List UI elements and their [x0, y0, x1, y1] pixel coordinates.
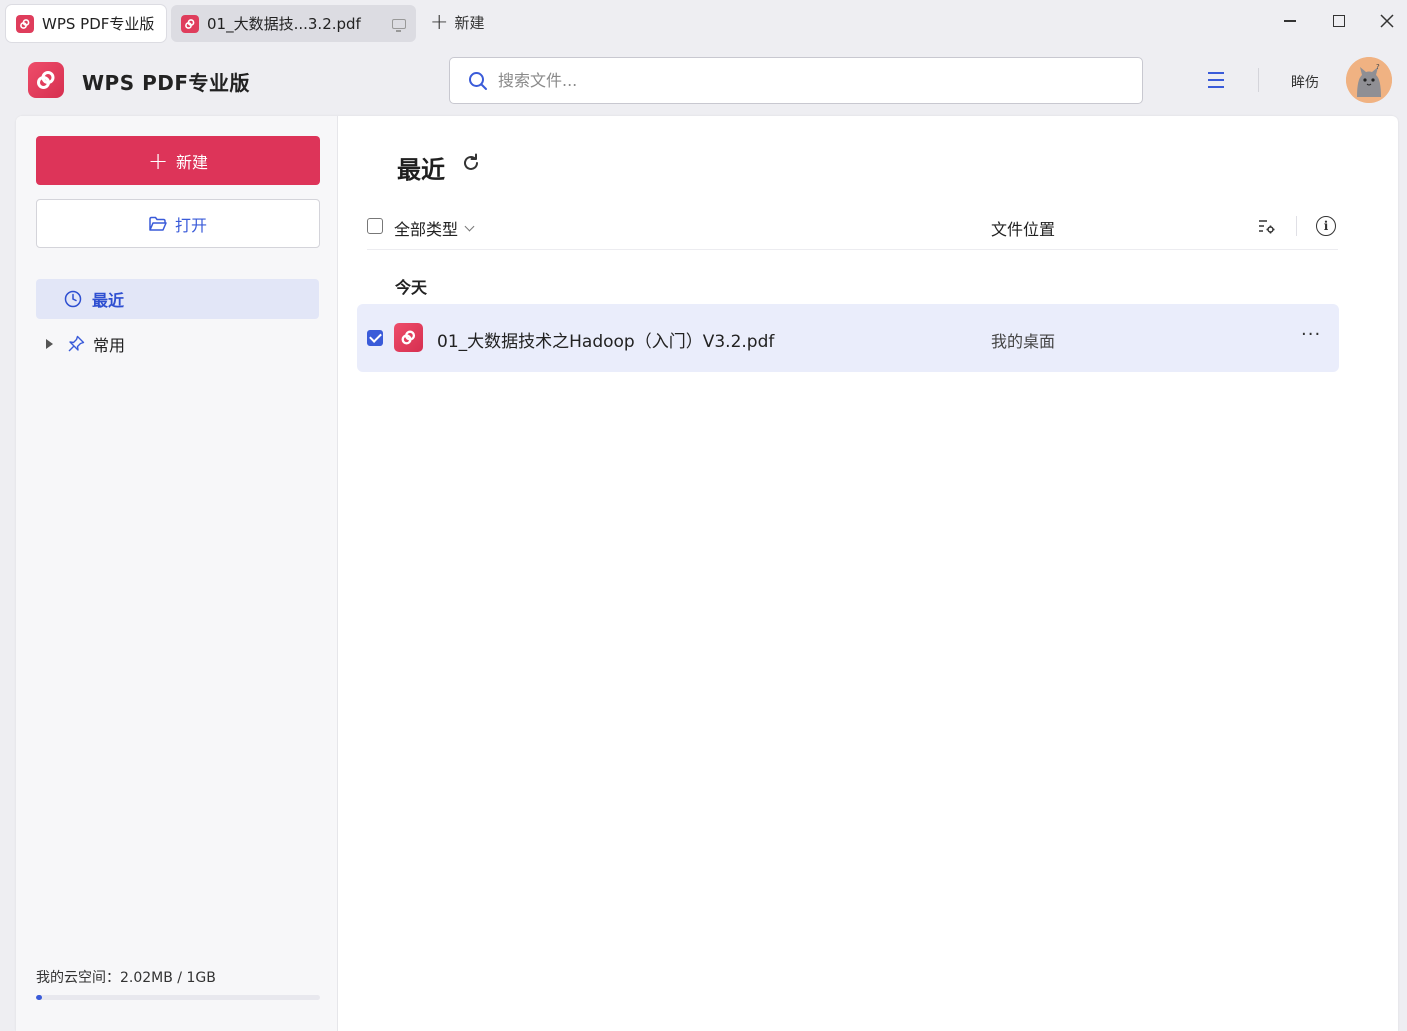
- file-row[interactable]: 01_大数据技术之Hadoop（入门）V3.2.pdf 我的桌面 ···: [357, 304, 1339, 372]
- tab-home[interactable]: WPS PDF专业版: [6, 5, 166, 42]
- tab-label: WPS PDF专业版: [42, 15, 155, 33]
- open-file-label: 打开: [174, 215, 207, 235]
- username[interactable]: 眸伤: [1291, 72, 1319, 92]
- app-logo-icon: [28, 62, 64, 98]
- folder-open-icon: [149, 216, 167, 231]
- minimize-button[interactable]: [1279, 10, 1301, 32]
- location-column-header: 文件位置: [991, 220, 1056, 239]
- main-panel: + 新建 打开 最近 常用 我的云空间：2.02MB / 1GB 最近 全部类型…: [16, 116, 1398, 1031]
- menu-icon[interactable]: [1208, 72, 1224, 88]
- tab-document[interactable]: 01_大数据技...3.2.pdf: [171, 5, 416, 42]
- chevron-down-icon: [464, 221, 475, 231]
- svg-text:?: ?: [1376, 63, 1380, 71]
- new-file-label: 新建: [176, 152, 209, 172]
- expand-caret-icon[interactable]: [46, 339, 53, 349]
- cloud-storage-bar: [36, 995, 320, 1000]
- sidebar-item-recent[interactable]: 最近: [36, 279, 319, 319]
- file-type-filter-label: 全部类型: [394, 220, 459, 239]
- plus-icon: +: [147, 146, 169, 175]
- app-name: WPS PDF专业版: [82, 71, 251, 95]
- sidebar: + 新建 打开 最近 常用 我的云空间：2.02MB / 1GB: [16, 116, 338, 1031]
- title-bar: WPS PDF专业版 01_大数据技...3.2.pdf + 新建: [0, 0, 1407, 46]
- header-divider: [1258, 68, 1259, 92]
- page-title: 最近: [397, 156, 445, 184]
- select-all-checkbox[interactable]: [367, 218, 383, 234]
- file-type-filter[interactable]: 全部类型: [394, 216, 475, 240]
- close-button[interactable]: [1376, 10, 1398, 32]
- app-header: WPS PDF专业版 眸伤 ?: [0, 50, 1407, 110]
- more-options-icon[interactable]: ···: [1301, 324, 1321, 345]
- pdf-file-icon: [181, 14, 199, 33]
- file-checkbox[interactable]: [367, 330, 383, 346]
- new-tab-label: 新建: [454, 14, 485, 32]
- new-file-button[interactable]: + 新建: [36, 136, 320, 185]
- maximize-icon: [1333, 15, 1345, 27]
- header-divider: [1296, 216, 1297, 236]
- open-file-button[interactable]: 打开: [36, 199, 320, 248]
- cat-avatar-icon: ?: [1346, 57, 1392, 103]
- cloud-storage-label: 我的云空间：2.02MB / 1GB: [36, 970, 216, 986]
- search-box[interactable]: [449, 57, 1143, 104]
- maximize-button[interactable]: [1328, 10, 1350, 32]
- monitor-icon[interactable]: [392, 18, 406, 32]
- file-location: 我的桌面: [991, 332, 1056, 351]
- tab-label: 01_大数据技...3.2.pdf: [207, 15, 361, 33]
- group-label-today: 今天: [395, 278, 428, 297]
- wps-pdf-logo-icon: [16, 14, 34, 33]
- sidebar-item-common[interactable]: 常用: [36, 324, 319, 364]
- minimize-icon: [1284, 20, 1296, 22]
- pin-icon: [68, 335, 85, 352]
- close-icon: [1380, 14, 1394, 28]
- plus-icon: +: [430, 9, 449, 35]
- avatar[interactable]: ?: [1346, 57, 1392, 103]
- refresh-icon[interactable]: [460, 152, 482, 174]
- sidebar-item-label: 常用: [93, 336, 126, 355]
- list-header: 全部类型 文件位置 i: [367, 208, 1338, 250]
- list-settings-icon[interactable]: [1258, 217, 1276, 235]
- file-name[interactable]: 01_大数据技术之Hadoop（入门）V3.2.pdf: [437, 327, 774, 352]
- sidebar-item-label: 最近: [92, 291, 125, 310]
- clock-icon: [64, 290, 82, 308]
- info-icon[interactable]: i: [1316, 216, 1336, 236]
- search-icon: [469, 71, 487, 90]
- new-tab-button[interactable]: + 新建: [430, 9, 485, 35]
- pdf-file-icon: [394, 323, 423, 352]
- search-input[interactable]: [498, 71, 1098, 90]
- cloud-storage-fill: [36, 995, 42, 1000]
